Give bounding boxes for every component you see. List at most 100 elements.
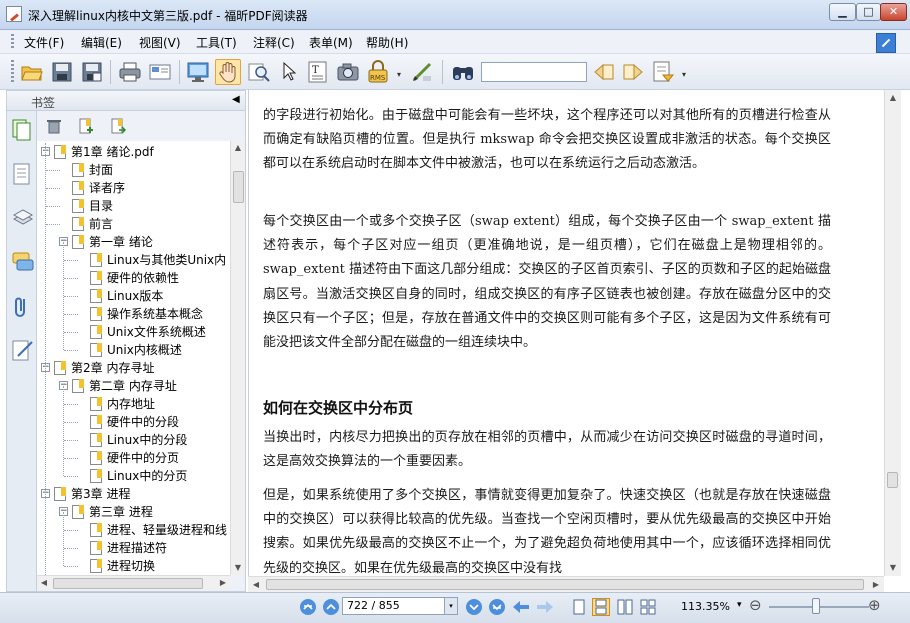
prev-page-icon[interactable] [323,599,339,615]
close-button[interactable]: ✕ [880,3,907,21]
bookmark-item[interactable]: Linux版本 [37,287,230,305]
bookmark-item[interactable]: 前言 [37,215,230,233]
add-child-bookmark-icon[interactable] [109,118,127,134]
continuous-page-icon[interactable] [592,598,610,616]
bookmark-item[interactable]: 操作系统基本概念 [37,305,230,323]
zoom-in-button[interactable]: ⊕ [868,596,881,614]
bookmarks-icon[interactable] [12,163,32,185]
find-prev-icon[interactable] [591,59,617,85]
scroll-left-icon[interactable]: ◀ [37,576,51,590]
document-horizontal-scrollbar[interactable]: ◀ ▶ [248,576,884,592]
rms-dropdown-icon[interactable]: ▾ [397,70,401,79]
facing-page-icon[interactable] [617,599,633,615]
rms-icon[interactable]: RMS [366,59,394,85]
attachments-icon[interactable] [12,295,32,317]
scroll-left-icon[interactable]: ◀ [249,578,263,592]
bookmark-item[interactable]: Unix内核概述 [37,341,230,359]
bookmark-item[interactable]: Linux与其他类Unix内 [37,251,230,269]
forward-icon[interactable] [536,599,553,615]
bookmark-item[interactable]: − 第一章 绪论 [37,233,230,251]
save-icon[interactable] [49,59,75,85]
document-view[interactable]: 的字段进行初始化。由于磁盘中可能会有一些坏块，这个程序还可以对其他所有的页槽进行… [248,90,884,576]
bookmark-item[interactable]: − 第1章 绪论.pdf [37,143,230,161]
scroll-down-icon[interactable]: ▼ [886,561,900,575]
zoom-out-button[interactable]: ⊖ [749,596,762,614]
bookmark-item[interactable]: 进程、轻量级进程和线 [37,521,230,539]
bookmark-item[interactable]: 进程切换 [37,557,230,575]
bookmark-item[interactable]: − 第2章 内存寻址 [37,359,230,377]
scroll-thumb[interactable] [266,579,864,590]
menu-file[interactable]: 文件(F) [24,34,64,51]
page-number-input[interactable]: 722 / 855 ▾ [342,597,458,615]
add-bookmark-icon[interactable] [77,118,95,134]
zoom-level[interactable]: 113.35% [681,600,730,613]
email-icon[interactable] [147,59,173,85]
menu-edit[interactable]: 编辑(E) [81,34,122,51]
menu-comment[interactable]: 注释(C) [253,34,295,51]
bookmark-vertical-scrollbar[interactable]: ▲ ▼ [230,141,245,575]
bookmark-horizontal-scrollbar[interactable]: ◀ ▶ [37,575,230,590]
bookmark-item[interactable]: 内存地址 [37,395,230,413]
bookmark-item[interactable]: Linux中的分页 [37,467,230,485]
continuous-facing-icon[interactable] [640,599,656,615]
minimize-button[interactable]: ▁ [829,3,856,21]
menu-tools[interactable]: 工具(T) [196,34,237,51]
snapshot-icon[interactable] [335,59,361,85]
open-folder-icon[interactable] [19,59,45,85]
delete-bookmark-icon[interactable] [45,118,63,134]
last-page-icon[interactable] [489,599,505,615]
collapse-panel-icon[interactable]: ◀ [232,94,240,105]
bookmark-item[interactable]: 封面 [37,161,230,179]
bookmark-item[interactable]: Linux中的分段 [37,431,230,449]
scroll-up-icon[interactable]: ▲ [886,91,900,105]
zoom-tool-icon[interactable] [246,59,272,85]
highlight-icon[interactable] [650,59,676,85]
back-icon[interactable] [512,599,529,615]
bookmark-item[interactable]: − 第3章 进程 [37,485,230,503]
find-next-icon[interactable] [620,59,646,85]
help-corner-icon[interactable] [876,33,896,53]
highlight-dropdown-icon[interactable]: ▾ [682,70,686,79]
signatures-icon[interactable] [12,339,33,361]
zoom-dropdown-icon[interactable]: ▾ [737,600,742,610]
text-select-icon[interactable]: T [305,59,331,85]
document-vertical-scrollbar[interactable]: ▲ ▼ [884,90,901,576]
search-input[interactable] [481,62,587,82]
bookmark-item[interactable]: 硬件中的分段 [37,413,230,431]
menu-form[interactable]: 表单(M) [309,34,353,51]
bookmark-item[interactable]: − 第二章 内存寻址 [37,377,230,395]
save-as-icon[interactable] [79,59,105,85]
scroll-right-icon[interactable]: ▶ [216,576,230,590]
scroll-thumb[interactable] [233,171,244,203]
single-page-icon[interactable] [571,599,587,615]
first-page-icon[interactable] [300,599,316,615]
layers-icon[interactable] [12,207,34,229]
next-page-icon[interactable] [466,599,482,615]
scroll-down-icon[interactable]: ▼ [231,561,245,575]
find-binoculars-icon[interactable] [450,59,476,85]
menu-view[interactable]: 视图(V) [139,34,181,51]
scroll-right-icon[interactable]: ▶ [869,578,883,592]
bookmark-item[interactable]: − 第三章 进程 [37,503,230,521]
hand-tool-icon[interactable] [215,59,241,85]
select-arrow-icon[interactable] [276,59,302,85]
menu-help[interactable]: 帮助(H) [366,34,408,51]
bookmark-item[interactable]: 硬件的依赖性 [37,269,230,287]
comments-icon[interactable] [12,251,34,273]
scroll-up-icon[interactable]: ▲ [231,141,245,155]
bookmark-item[interactable]: 目录 [37,197,230,215]
maximize-button[interactable]: □ [856,3,881,21]
bookmark-item[interactable]: 进程描述符 [37,539,230,557]
zoom-slider-handle[interactable] [812,598,820,614]
print-icon[interactable] [117,59,143,85]
bookmark-item[interactable]: Unix文件系统概述 [37,323,230,341]
bookmark-item[interactable]: 硬件中的分页 [37,449,230,467]
fullscreen-icon[interactable] [185,59,211,85]
scroll-thumb[interactable] [53,578,203,589]
typewriter-icon[interactable] [409,59,435,85]
bookmark-item[interactable]: 译者序 [37,179,230,197]
page-dropdown-icon[interactable]: ▾ [444,598,457,614]
scroll-thumb[interactable] [887,472,898,488]
tree-connector [64,548,78,549]
pages-icon[interactable] [12,119,32,141]
